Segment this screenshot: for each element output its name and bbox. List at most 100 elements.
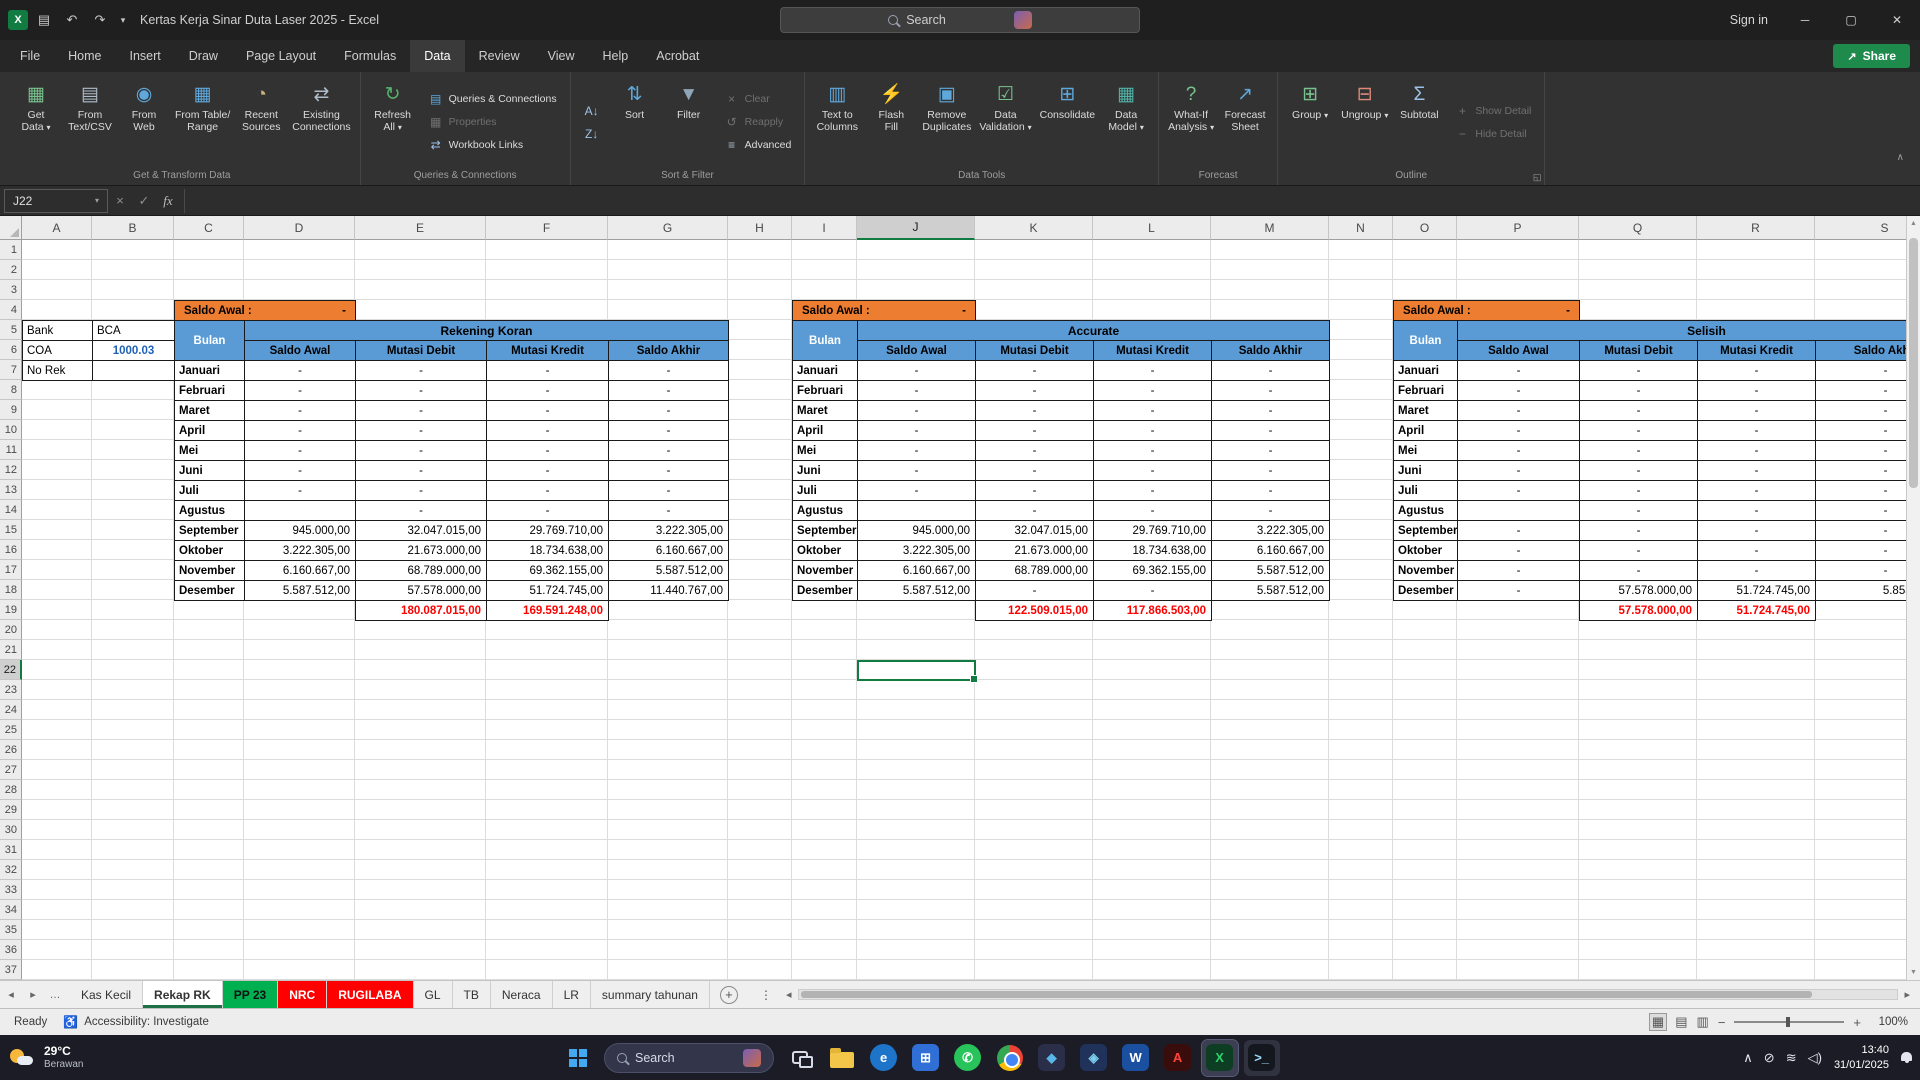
data-cell[interactable]: - (1697, 560, 1816, 581)
month-cell[interactable]: Desember (1393, 580, 1458, 601)
row-header-18[interactable]: 18 (0, 580, 22, 600)
row-header-12[interactable]: 12 (0, 460, 22, 480)
data-cell[interactable]: - (1697, 380, 1816, 401)
name-box-dropdown-icon[interactable]: ▾ (95, 196, 99, 205)
column-header-o[interactable]: O (1393, 216, 1457, 240)
sheet-nav-left-icon[interactable]: ◂ (0, 981, 22, 1008)
data-cell[interactable]: 5.587.512,00 (608, 560, 729, 581)
tray-icon-3[interactable]: ◁) (1808, 1050, 1822, 1066)
data-cell[interactable]: - (975, 380, 1094, 401)
row-header-17[interactable]: 17 (0, 560, 22, 580)
sheet-tab-pp-23[interactable]: PP 23 (223, 981, 278, 1008)
data-cell[interactable]: - (1579, 380, 1698, 401)
data-cell[interactable]: - (1211, 480, 1330, 501)
zoom-out-icon[interactable]: − (1718, 1015, 1726, 1030)
ribbon-button-get-data[interactable]: ▦GetData ▾ (10, 76, 62, 168)
data-cell[interactable]: 11.440.767,00 (608, 580, 729, 601)
data-cell[interactable]: - (1093, 500, 1212, 521)
ribbon-button-queries-connections[interactable]: ▤Queries & Connections (424, 89, 561, 110)
data-cell[interactable]: - (1815, 560, 1920, 581)
excel-icon[interactable]: X (1202, 1040, 1238, 1076)
column-header-h[interactable]: H (728, 216, 792, 240)
coa-value[interactable]: 1000.03 (92, 340, 175, 361)
data-cell[interactable]: - (1697, 480, 1816, 501)
data-cell[interactable]: - (857, 360, 976, 381)
total-cell[interactable]: 57.578.000,00 (1579, 600, 1698, 621)
enter-icon[interactable]: ✓ (132, 189, 156, 213)
data-cell[interactable]: - (486, 360, 609, 381)
zoom-slider[interactable] (1734, 1021, 1844, 1023)
data-cell[interactable]: - (1697, 540, 1816, 561)
row-header-27[interactable]: 27 (0, 760, 22, 780)
data-cell[interactable]: 5.853.255,00 (1815, 580, 1920, 601)
customize-quick-access-icon[interactable]: ▾ (116, 8, 130, 32)
ribbon-button-remove-duplicates[interactable]: ▣RemoveDuplicates (919, 76, 974, 168)
data-cell[interactable]: - (1457, 560, 1580, 581)
page-break-view-icon[interactable]: ▥ (1697, 1014, 1709, 1030)
column-header-rekening-koran-saldo-awal[interactable]: Saldo Awal (244, 340, 356, 361)
titlebar-search[interactable]: Search (780, 7, 1140, 33)
month-cell[interactable]: Agustus (174, 500, 245, 521)
row-header-15[interactable]: 15 (0, 520, 22, 540)
month-cell[interactable]: Maret (792, 400, 858, 421)
row-header-35[interactable]: 35 (0, 920, 22, 940)
data-cell[interactable]: 6.160.667,00 (244, 560, 356, 581)
row-header-22[interactable]: 22 (0, 660, 22, 680)
scroll-down-icon[interactable]: ▼ (1907, 969, 1920, 976)
data-cell[interactable]: 51.724.745,00 (1697, 580, 1816, 601)
data-cell[interactable]: - (1211, 420, 1330, 441)
terminal-icon[interactable]: >_ (1244, 1040, 1280, 1076)
month-cell[interactable]: Oktober (1393, 540, 1458, 561)
column-header-selisih-saldo-akhir[interactable]: Saldo Akhir (1815, 340, 1920, 361)
data-cell[interactable]: - (1093, 580, 1212, 601)
data-cell[interactable]: - (975, 500, 1094, 521)
data-cell[interactable]: 68.789.000,00 (355, 560, 487, 581)
data-cell[interactable]: - (608, 460, 729, 481)
ribbon-button-from-web[interactable]: ◉FromWeb (118, 76, 170, 168)
ribbon-button-from-text-csv[interactable]: ▤FromText/CSV (64, 76, 116, 168)
task-view-icon[interactable] (782, 1040, 818, 1076)
data-cell[interactable]: - (355, 400, 487, 421)
data-cell[interactable]: - (244, 480, 356, 501)
saldo-awal-block-selisih[interactable]: Saldo Awal :- (1393, 300, 1580, 321)
data-cell[interactable]: - (1697, 360, 1816, 381)
data-cell[interactable]: - (1697, 460, 1816, 481)
data-cell[interactable]: - (355, 420, 487, 441)
ribbon-button-existing-connections[interactable]: ⇄ExistingConnections (289, 76, 353, 168)
row-header-2[interactable]: 2 (0, 260, 22, 280)
redo-icon[interactable]: ↷ (88, 8, 112, 32)
data-cell[interactable]: - (486, 400, 609, 421)
weather-widget[interactable]: 29°C Berawan (10, 1035, 83, 1080)
column-header-q[interactable]: Q (1579, 216, 1697, 240)
data-cell[interactable]: - (1579, 440, 1698, 461)
sheet-tab-lr[interactable]: LR (553, 981, 591, 1008)
data-cell[interactable]: - (608, 360, 729, 381)
data-cell[interactable]: - (1093, 360, 1212, 381)
cancel-icon[interactable]: × (108, 189, 132, 213)
month-cell[interactable]: Mei (174, 440, 245, 461)
column-header-selisih-saldo-awal[interactable]: Saldo Awal (1457, 340, 1580, 361)
month-cell[interactable]: Maret (174, 400, 245, 421)
column-header-i[interactable]: I (792, 216, 857, 240)
data-cell[interactable]: - (1457, 460, 1580, 481)
row-header-8[interactable]: 8 (0, 380, 22, 400)
row-header-9[interactable]: 9 (0, 400, 22, 420)
data-cell[interactable]: - (1211, 400, 1330, 421)
bulan-header-accurate[interactable]: Bulan (792, 320, 858, 361)
ribbon-button-from-table-range[interactable]: ▦From Table/Range (172, 76, 233, 168)
data-cell[interactable]: 3.222.305,00 (244, 540, 356, 561)
column-header-accurate-saldo-akhir[interactable]: Saldo Akhir (1211, 340, 1330, 361)
data-cell[interactable]: 5.587.512,00 (244, 580, 356, 601)
sheet-tab-rugilaba[interactable]: RUGILABA (327, 981, 413, 1008)
data-cell[interactable]: 6.160.667,00 (1211, 540, 1330, 561)
data-cell[interactable]: 3.222.305,00 (1211, 520, 1330, 541)
data-cell[interactable]: 3.222.305,00 (608, 520, 729, 541)
row-header-28[interactable]: 28 (0, 780, 22, 800)
ribbon-button-data-model[interactable]: ▦DataModel ▾ (1100, 76, 1152, 168)
taskbar-clock[interactable]: 13:40 31/01/2025 (1834, 1043, 1889, 1072)
data-cell[interactable]: - (1211, 360, 1330, 381)
data-cell[interactable]: - (975, 460, 1094, 481)
data-cell[interactable]: - (244, 380, 356, 401)
data-cell[interactable]: 5.587.512,00 (857, 580, 976, 601)
name-box[interactable]: J22 ▾ (4, 189, 108, 213)
